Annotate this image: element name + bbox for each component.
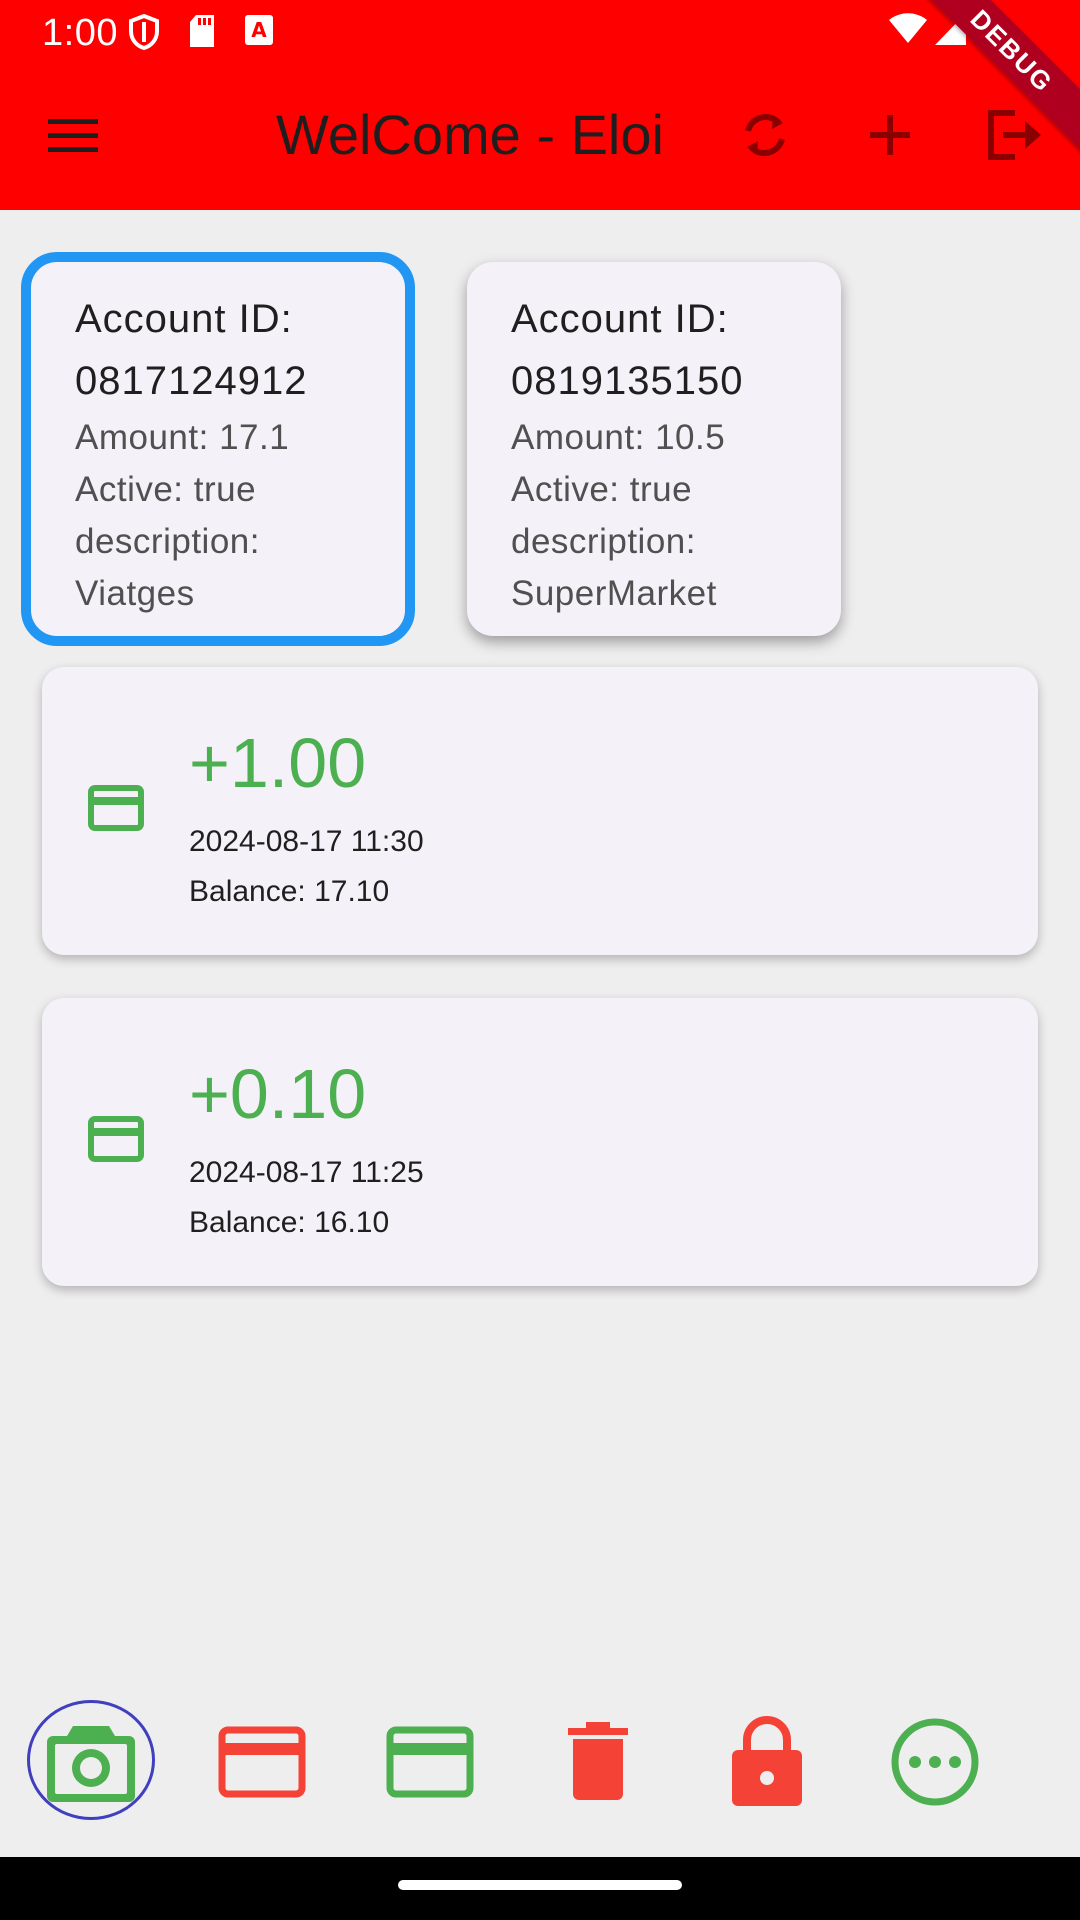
transaction-amount: +0.10 [189,1055,367,1133]
sd-card-icon [188,14,216,48]
account-card[interactable]: Account ID: 0819135150 Amount: 10.5 Acti… [467,262,841,636]
menu-icon[interactable] [38,100,108,170]
a-notification-icon: A [244,14,274,46]
transaction-balance: Balance: 17.10 [189,875,390,908]
credit-card-icon [88,1116,144,1167]
account-description-label: description: [75,522,260,561]
credit-card-icon [386,1726,474,1798]
credit-card-icon [218,1726,306,1798]
refresh-icon[interactable] [730,100,800,170]
transaction-amount: +1.00 [189,724,367,802]
account-amount: Amount: 10.5 [511,418,726,457]
transaction-balance: Balance: 16.10 [189,1206,390,1239]
svg-text:A: A [251,18,267,42]
account-amount: Amount: 17.1 [75,418,290,457]
account-id-label: Account ID: [75,297,293,341]
transaction-card[interactable]: +0.10 2024-08-17 11:25 Balance: 16.10 [42,998,1038,1286]
lock-icon [732,1716,802,1806]
top-bar: 1:00 A DEBUG WelCome - Eloi [0,0,1080,210]
camera-icon [47,1726,135,1802]
more-button[interactable] [875,1702,995,1822]
account-id: 0817124912 [75,359,308,403]
add-icon[interactable] [855,100,925,170]
trash-icon [568,1722,628,1800]
home-gesture-handle[interactable] [398,1880,682,1890]
shield-icon [128,14,160,50]
transaction-card[interactable]: +1.00 2024-08-17 11:30 Balance: 17.10 [42,667,1038,955]
account-id-label: Account ID: [511,297,729,341]
transaction-datetime: 2024-08-17 11:30 [189,825,424,858]
transaction-datetime: 2024-08-17 11:25 [189,1156,424,1189]
account-card-selected[interactable]: Account ID: 0817124912 Amount: 17.1 Acti… [21,252,415,646]
logout-icon[interactable] [980,100,1050,170]
account-active: Active: true [75,470,257,509]
account-description: SuperMarket [511,574,717,613]
account-description: Viatges [75,574,195,613]
lock-button[interactable] [707,1702,827,1822]
camera-button[interactable] [31,1702,151,1822]
status-time: 1:00 [42,12,118,54]
account-description-label: description: [511,522,696,561]
more-horizontal-icon [891,1718,979,1806]
card-red-button[interactable] [202,1702,322,1822]
card-green-button[interactable] [370,1702,490,1822]
account-active: Active: true [511,470,693,509]
credit-card-icon [88,785,144,836]
delete-button[interactable] [538,1702,658,1822]
account-id: 0819135150 [511,359,744,403]
wifi-icon [888,12,928,44]
app-title: WelCome - Eloi [276,103,664,166]
